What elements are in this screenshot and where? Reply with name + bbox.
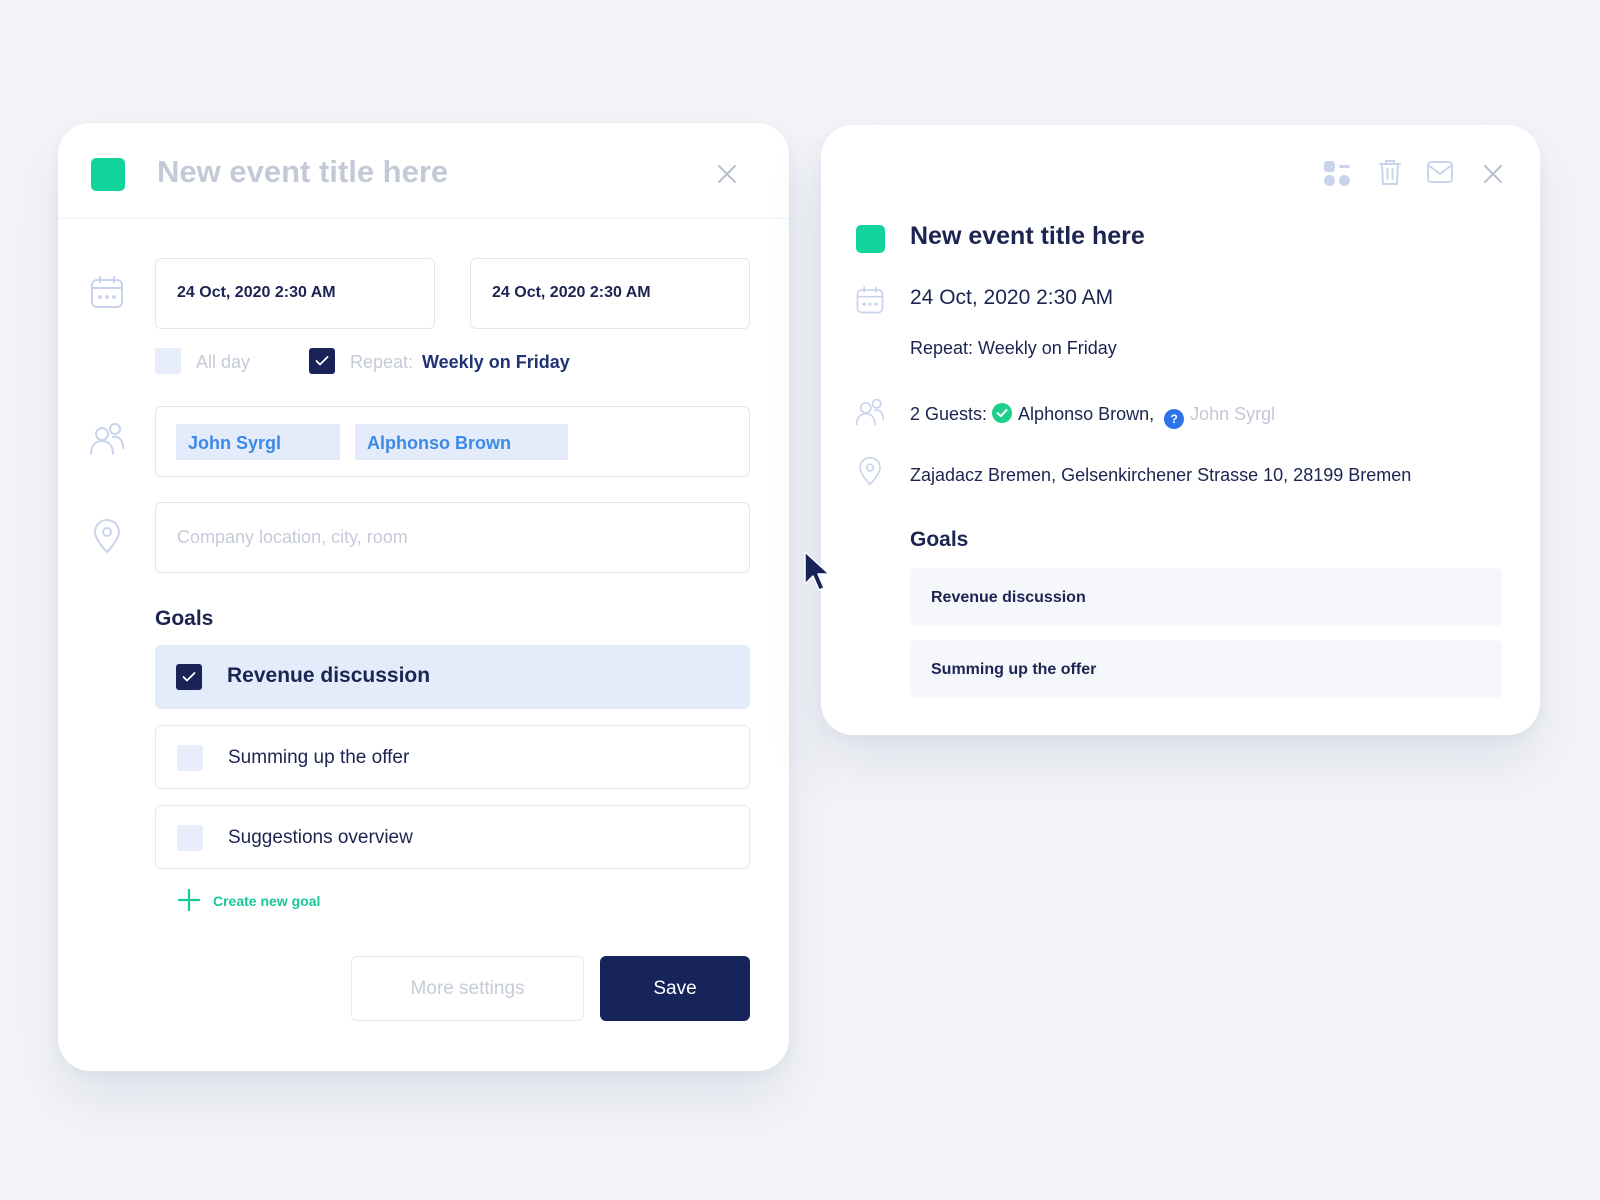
calendar-icon (89, 274, 125, 310)
location-field[interactable] (155, 502, 750, 573)
end-date-field[interactable]: 24 Oct, 2020 2:30 AM (470, 258, 750, 329)
more-settings-button[interactable]: More settings (351, 956, 584, 1021)
pending-question-icon: ? (1164, 409, 1185, 429)
guest-name[interactable]: John Syrgl (1190, 404, 1275, 424)
event-editor-dialog: 24 Oct, 2020 2:30 AM 24 Oct, 2020 2:30 A… (58, 123, 789, 1071)
event-date: 24 Oct, 2020 2:30 AM (910, 286, 1114, 309)
repeat-label: Repeat: (350, 352, 414, 372)
calendar-icon (855, 285, 885, 315)
layout-icon[interactable] (1324, 160, 1350, 186)
event-title-input[interactable] (155, 151, 639, 193)
event-address: Zajadacz Bremen, Gelsenkirchener Strasse… (910, 465, 1412, 485)
event-repeat: Repeat: Weekly on Friday (910, 338, 1117, 358)
goal-item[interactable]: Summing up the offer (155, 725, 750, 789)
editor-header (58, 123, 789, 219)
repeat-checkbox[interactable] (309, 348, 335, 374)
trash-icon[interactable] (1377, 158, 1403, 185)
all-day-label: All day (196, 352, 251, 372)
all-day-checkbox[interactable] (155, 348, 181, 374)
guests-icon (89, 421, 125, 457)
goal-item[interactable]: Suggestions overview (155, 805, 750, 869)
guest-chip[interactable]: Alphonso Brown (355, 424, 568, 460)
check-icon (182, 672, 196, 682)
location-input[interactable] (157, 504, 737, 570)
goal-label: Summing up the offer (228, 747, 410, 768)
mouse-cursor-icon (803, 550, 833, 592)
event-guests: 2 Guests: Alphonso Brown,? John Syrgl (910, 403, 1275, 429)
guest-chip[interactable]: John Syrgl (176, 424, 340, 460)
goal-item: Summing up the offer (910, 640, 1502, 698)
save-button[interactable]: Save (600, 956, 750, 1021)
goals-heading: Goals (910, 528, 969, 551)
goal-item: Revenue discussion (910, 568, 1502, 626)
event-color-swatch (856, 225, 885, 253)
guests-count: 2 Guests: (910, 404, 988, 424)
accepted-check-icon (992, 403, 1013, 423)
goal-item[interactable]: Revenue discussion (155, 645, 750, 709)
event-color-swatch[interactable] (91, 158, 125, 191)
event-preview-card: New event title here 24 Oct, 2020 2:30 A… (821, 125, 1540, 735)
goal-label: Revenue discussion (227, 664, 431, 687)
close-icon[interactable] (1480, 161, 1506, 187)
mail-icon[interactable] (1426, 160, 1454, 186)
event-title: New event title here (910, 222, 1145, 250)
goal-checkbox[interactable] (177, 745, 203, 771)
location-pin-icon (89, 518, 125, 554)
goal-label: Suggestions overview (228, 827, 413, 848)
guest-name[interactable]: Alphonso Brown, (1018, 404, 1154, 424)
guests-field[interactable]: John Syrgl Alphonso Brown (155, 406, 750, 477)
goals-heading: Goals (155, 607, 214, 630)
check-icon (315, 356, 329, 366)
guests-icon (855, 397, 885, 427)
plus-icon (177, 888, 201, 912)
goal-checkbox[interactable] (177, 825, 203, 851)
repeat-value[interactable]: Weekly on Friday (422, 352, 570, 373)
location-pin-icon (855, 455, 885, 487)
goal-checkbox[interactable] (176, 664, 202, 690)
close-icon[interactable] (714, 161, 740, 187)
create-goal-label: Create new goal (213, 893, 321, 909)
start-date-field[interactable]: 24 Oct, 2020 2:30 AM (155, 258, 435, 329)
